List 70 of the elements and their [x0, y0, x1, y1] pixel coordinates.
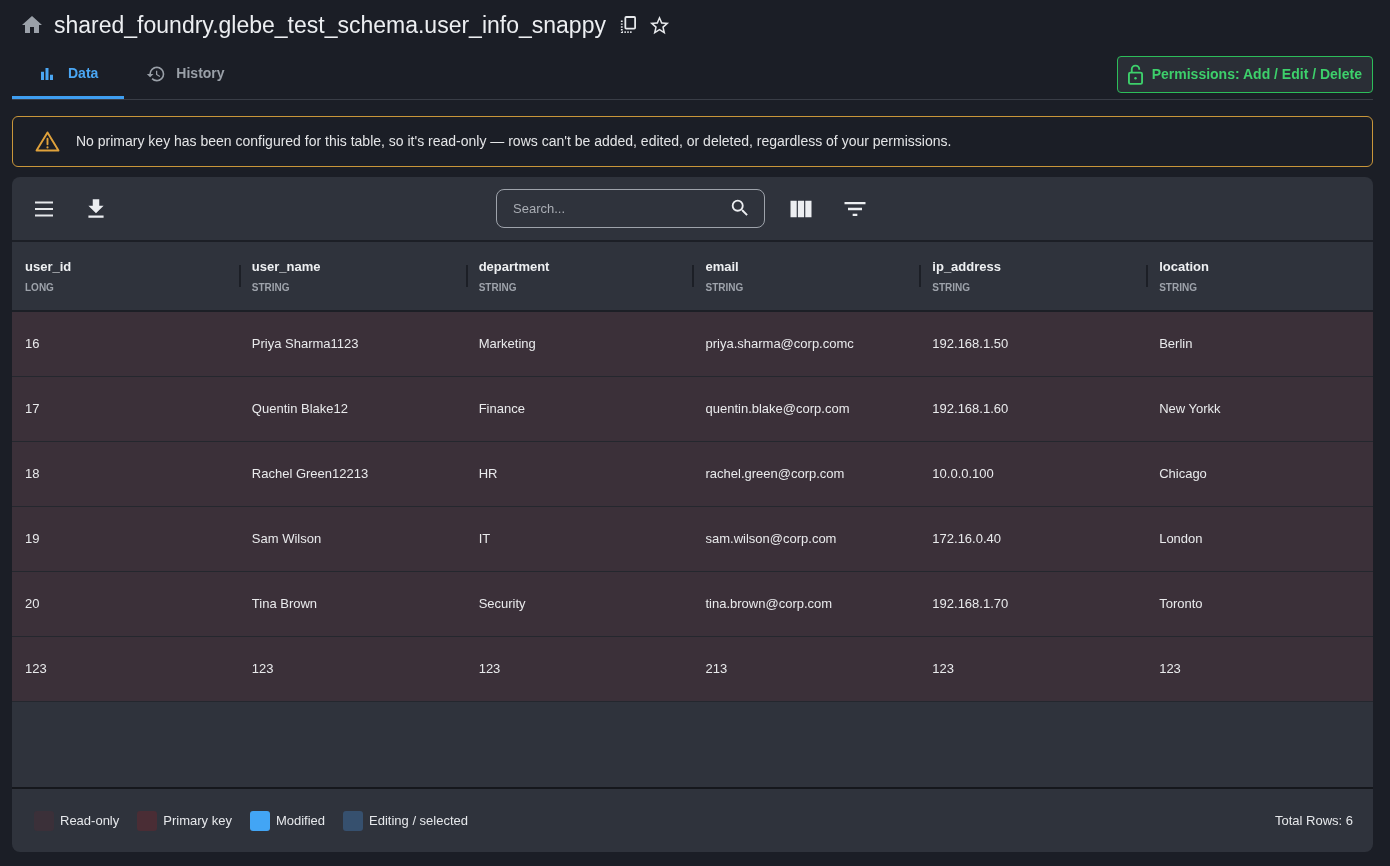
legend-label: Editing / selected: [369, 811, 469, 830]
table-cell-text: 123: [25, 660, 47, 679]
column-name[interactable]: ip_address: [932, 257, 1001, 277]
table-cell-text: 10.0.0.100: [932, 465, 994, 484]
column-type: STRING: [1159, 280, 1198, 295]
table-cell-text: Priya Sharma1123: [251, 335, 359, 354]
table-cell-text: Security: [478, 595, 526, 614]
column-name[interactable]: department: [478, 257, 550, 277]
table-row[interactable]: 16 Priya Sharma1123 Marketing priya.sharma@corp.comc 192.168.1.50 Berlin: [12, 312, 1373, 377]
table-cell-text: 123: [251, 660, 274, 679]
legend-label: Read-only: [60, 811, 120, 830]
permissions-button[interactable]: Permissions: Add / Edit / Delete: [1116, 56, 1373, 93]
search-icon[interactable]: [729, 197, 751, 219]
table-cell-text: IT: [478, 530, 491, 549]
table-cell-text: Marketing: [478, 335, 536, 354]
table-cell-text: 192.168.1.70: [932, 595, 1009, 614]
column-type: STRING: [251, 280, 291, 295]
legend-label: Primary key: [163, 811, 232, 830]
table-cell-text: tina.brown@corp.com: [705, 595, 833, 614]
search-field[interactable]: Search...: [496, 189, 765, 228]
table-cell-text: sam.wilson@corp.com: [705, 530, 837, 549]
legend-label: Modified: [275, 811, 326, 830]
copy-icon[interactable]: [619, 16, 636, 34]
table-cell-text: London: [1159, 530, 1203, 549]
padlock-icon: [1127, 64, 1143, 85]
total-rows-text: Total Rows: 6: [1274, 811, 1353, 830]
table-cell-text: Berlin: [1159, 335, 1193, 354]
column-type: LONG: [25, 280, 55, 295]
table-cell-text: 192.168.1.50: [932, 335, 1009, 354]
table-cell-text: 18: [25, 465, 40, 484]
table-cell-text: 123: [478, 660, 501, 679]
warning-icon: [35, 131, 60, 152]
column-type: STRING: [478, 280, 518, 295]
table-cell-text: 213: [705, 660, 728, 679]
column-type: STRING: [932, 280, 972, 295]
table-row[interactable]: 17 Quentin Blake12 Finance quentin.blake@corp.com 192.168.1.60 New Yorkk: [12, 377, 1373, 442]
page-title: shared_foundry.glebe_test_schema.user_info_snappy: [54, 10, 606, 40]
menu-icon[interactable]: [35, 200, 53, 217]
table-cell-text: Toronto: [1159, 595, 1203, 614]
warning-message: No primary key has been configured for this table, so it's read-only — rows can't be added, edited, or deleted, regardless of your permissions.: [76, 132, 952, 151]
column-name[interactable]: user_name: [251, 257, 321, 277]
table-cell-text: 17: [25, 400, 40, 419]
table-cell-text: 16: [25, 335, 40, 354]
table-cell-text: Finance: [478, 400, 525, 419]
table-cell-text: 172.16.0.40: [932, 530, 1001, 549]
table-cell-text: Chicago: [1159, 465, 1207, 484]
table-cell-text: Sam Wilson: [251, 530, 322, 549]
column-name[interactable]: location: [1159, 257, 1209, 277]
table-row[interactable]: 20 Tina Brown Security tina.brown@corp.com 192.168.1.70 Toronto: [12, 572, 1373, 637]
table-cell-text: quentin.blake@corp.com: [705, 400, 850, 419]
table-row[interactable]: 123 123 123 213 123 123: [12, 637, 1373, 702]
column-name[interactable]: email: [705, 257, 744, 277]
table-cell-text: Rachel Green12213: [251, 465, 369, 484]
table-row[interactable]: 18 Rachel Green12213 HR rachel.green@corp.com 10.0.0.100 Chicago: [12, 442, 1373, 507]
table-cell-text: 123: [1159, 660, 1181, 679]
table-cell-text: priya.sharma@corp.comc: [705, 335, 854, 354]
column-type: STRING: [705, 280, 744, 295]
column-name[interactable]: user_id: [25, 257, 72, 277]
table-cell-text: 192.168.1.60: [932, 400, 1009, 419]
table-cell-text: Tina Brown: [251, 595, 318, 614]
table-cell-text: HR: [478, 465, 498, 484]
table-cell-text: Quentin Blake12: [251, 400, 348, 419]
table-cell-text: rachel.green@corp.com: [705, 465, 845, 484]
table-cell-text: 19: [25, 530, 40, 549]
table-cell-text: New Yorkk: [1159, 400, 1221, 419]
table-cell-text: 123: [932, 660, 955, 679]
tab[interactable]: History: [124, 51, 247, 99]
table-cell-text: 20: [25, 595, 40, 614]
table-row[interactable]: 19 Sam Wilson IT sam.wilson@corp.com 172.16.0.40 London: [12, 507, 1373, 572]
tab[interactable]: Data: [12, 51, 125, 99]
